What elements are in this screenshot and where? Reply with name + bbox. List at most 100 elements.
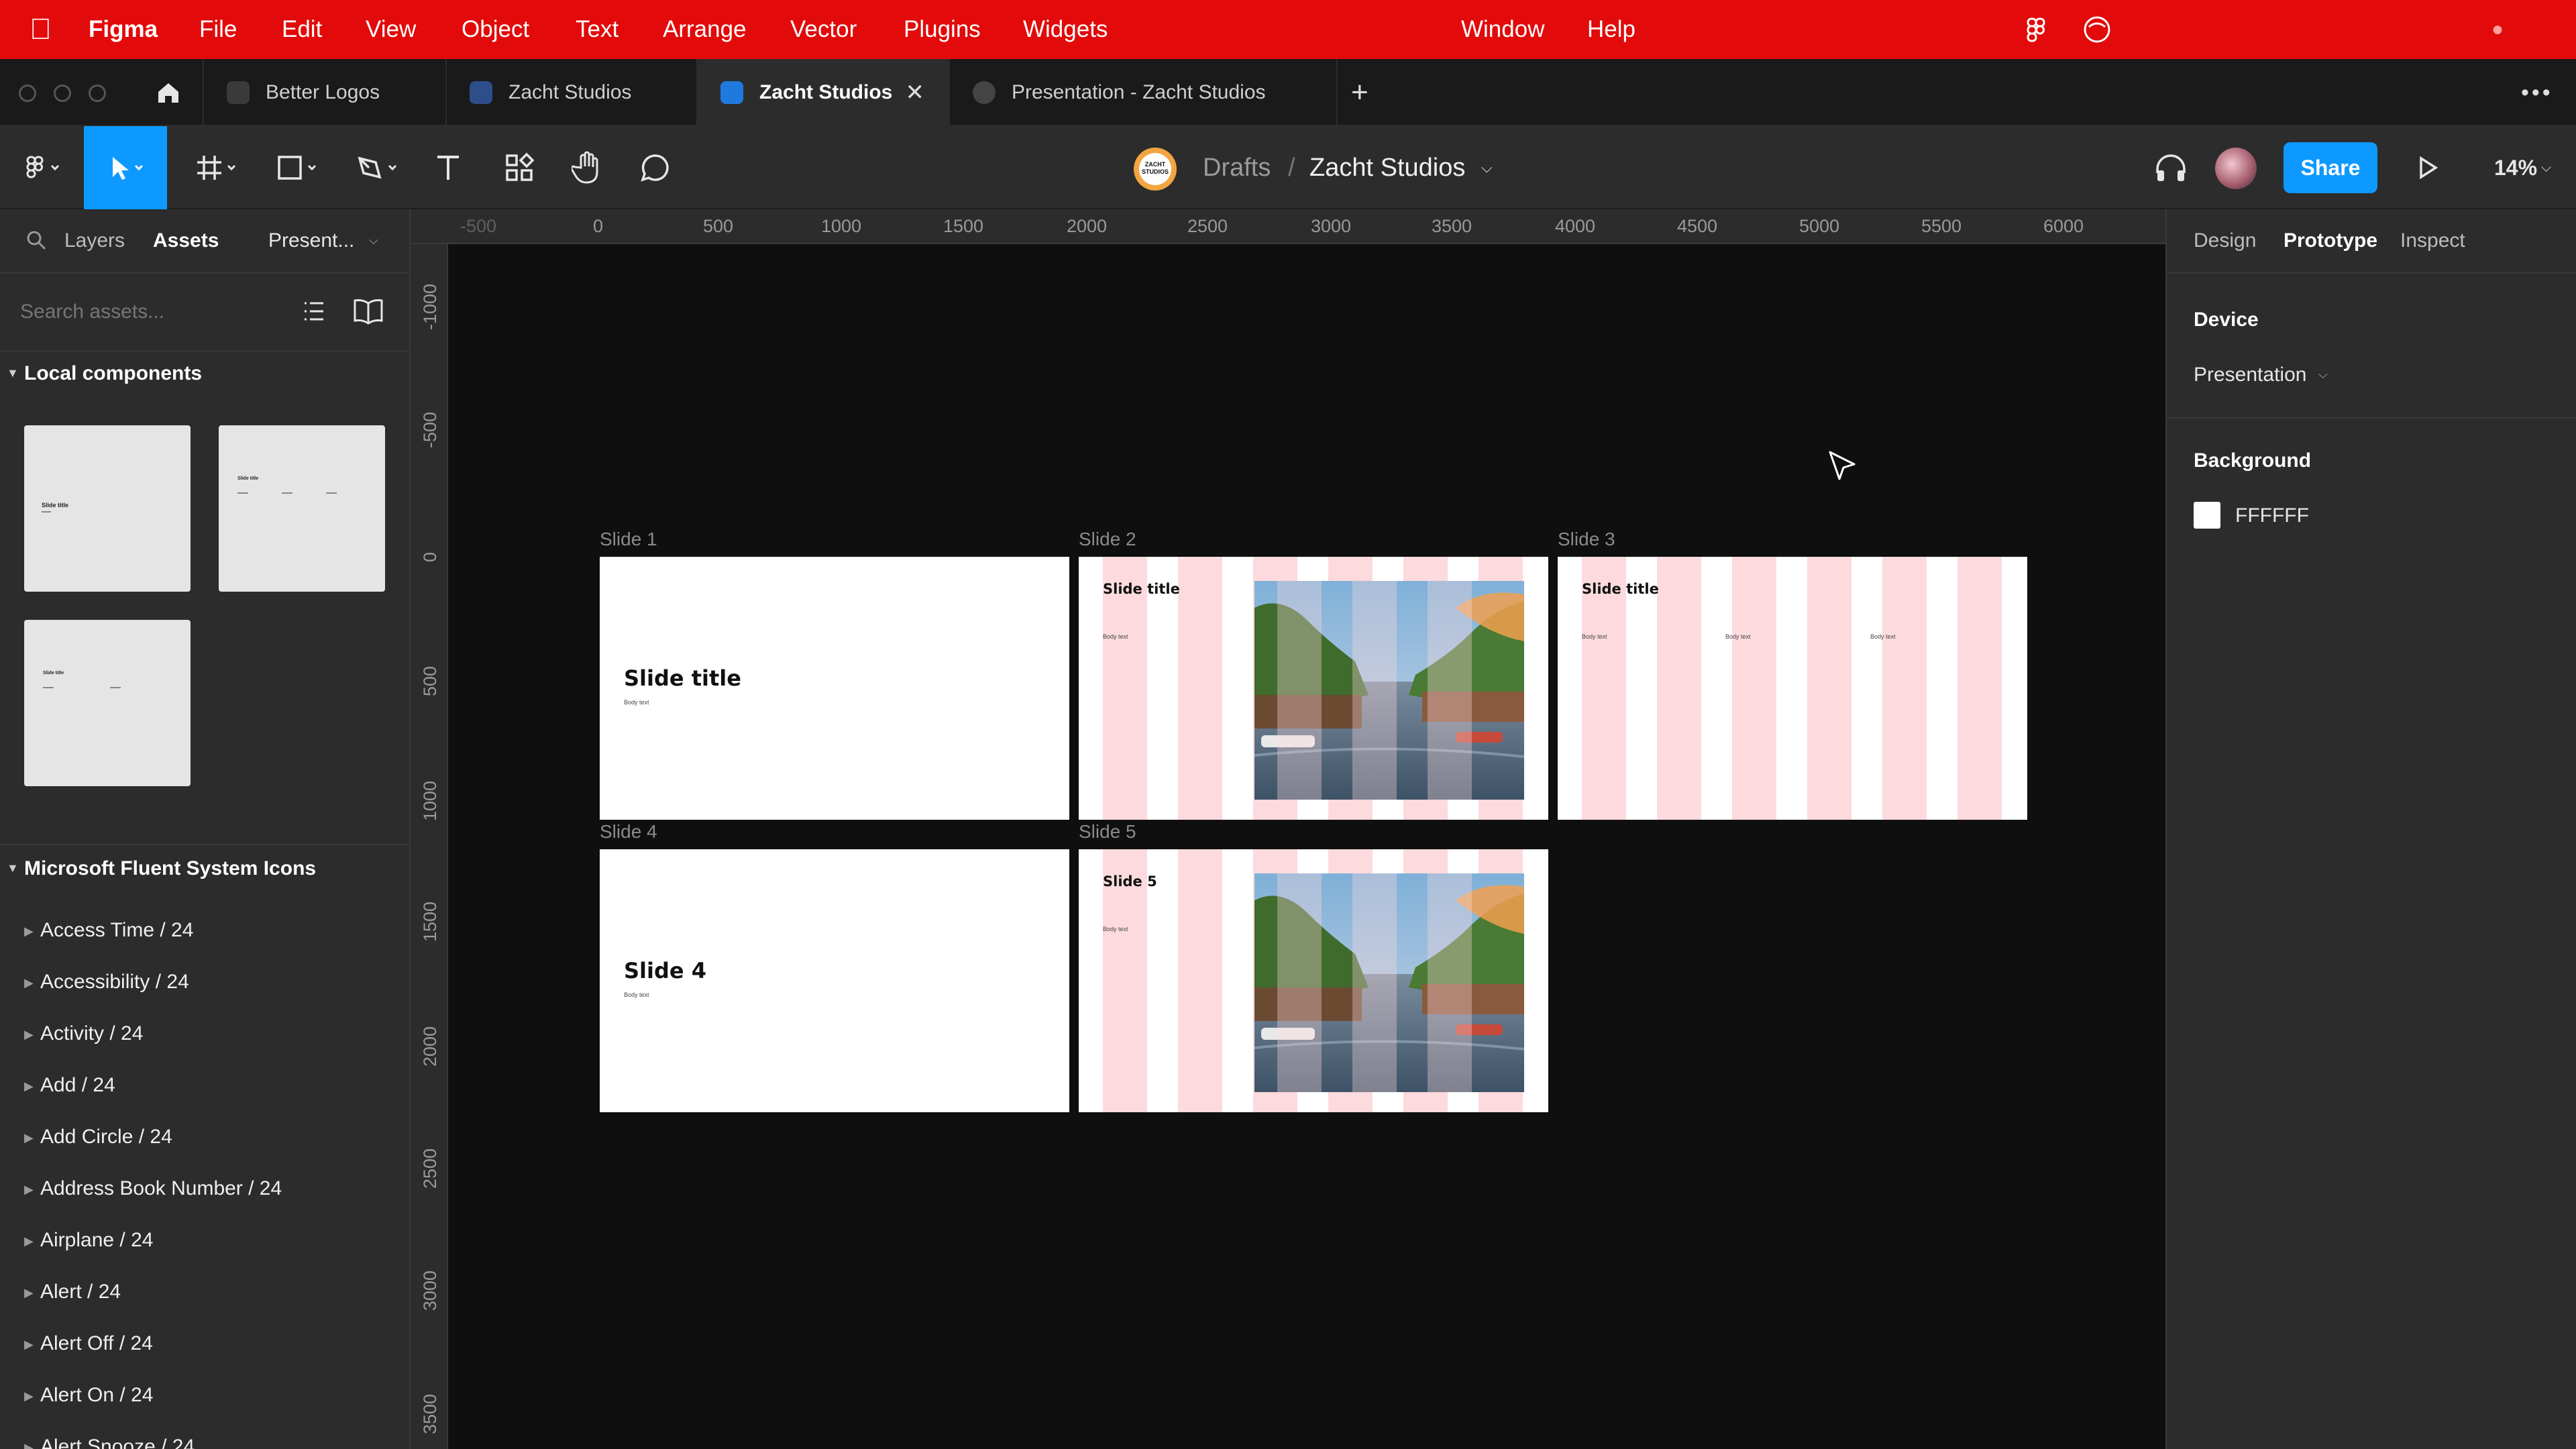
move-tool-icon[interactable]	[84, 126, 167, 209]
figma-menu-icon[interactable]	[13, 126, 74, 209]
component-thumb-1[interactable]: Slide title	[24, 425, 191, 592]
library-item[interactable]: Airplane / 24	[40, 1229, 153, 1252]
chevron-down-icon[interactable]: ⌵	[369, 233, 378, 248]
menu-file[interactable]: File	[199, 0, 237, 59]
frame-label[interactable]: Slide 3	[1558, 529, 1615, 550]
component-thumb-3[interactable]: Slide title	[24, 620, 191, 786]
team-avatar[interactable]: ZACHT STUDIOS	[1134, 148, 1177, 191]
caret-right-icon[interactable]: ▶	[24, 1131, 34, 1145]
file-name[interactable]: Zacht Studios	[1309, 126, 1465, 209]
window-zoom-button[interactable]	[89, 85, 106, 102]
caret-down-icon[interactable]: ▼	[7, 366, 19, 380]
device-dropdown[interactable]: Presentation	[2194, 364, 2306, 386]
hand-tool-icon[interactable]	[561, 126, 614, 209]
pen-tool-icon[interactable]	[345, 126, 410, 209]
local-components-heading[interactable]: Local components	[24, 362, 202, 385]
menu-widgets[interactable]: Widgets	[1023, 0, 1108, 59]
comment-icon[interactable]	[628, 126, 682, 209]
zoom-chevron-icon[interactable]: ⌵	[2541, 126, 2551, 209]
component-thumb-2[interactable]: Slide title	[219, 425, 385, 592]
caret-right-icon[interactable]: ▶	[24, 1079, 34, 1093]
tab-presentation[interactable]: Presentation - Zacht Studios	[950, 59, 1338, 126]
library-item[interactable]: Alert On / 24	[40, 1384, 153, 1407]
tab-assets[interactable]: Assets	[153, 229, 219, 252]
tab-zacht-studios-1[interactable]: Zacht Studios	[447, 59, 698, 126]
tab-better-logos[interactable]: Better Logos	[204, 59, 447, 126]
window-minimize-button[interactable]	[54, 85, 71, 102]
caret-right-icon[interactable]: ▶	[24, 1183, 34, 1197]
caret-down-icon[interactable]: ▼	[7, 861, 19, 875]
menu-app-name[interactable]: Figma	[89, 0, 158, 59]
caret-right-icon[interactable]: ▶	[24, 1286, 34, 1300]
play-icon[interactable]	[2404, 126, 2451, 209]
caret-right-icon[interactable]: ▶	[24, 1234, 34, 1248]
chevron-down-icon[interactable]: ⌵	[2318, 368, 2328, 382]
menu-window[interactable]: Window	[1461, 0, 1544, 59]
menu-text[interactable]: Text	[576, 0, 619, 59]
more-options-icon[interactable]: •••	[2521, 59, 2553, 126]
caret-right-icon[interactable]: ▶	[24, 1028, 34, 1042]
library-item[interactable]: Add / 24	[40, 1074, 115, 1097]
slide-3-frame[interactable]: Slide title Body text Body text Body tex…	[1558, 557, 2027, 820]
menu-help[interactable]: Help	[1587, 0, 1635, 59]
library-item[interactable]: Alert Snooze / 24	[40, 1436, 195, 1449]
tab-layers[interactable]: Layers	[64, 229, 125, 252]
share-button[interactable]: Share	[2284, 142, 2377, 193]
library-item[interactable]: Alert / 24	[40, 1281, 121, 1303]
library-item[interactable]: Accessibility / 24	[40, 971, 189, 994]
library-item[interactable]: Access Time / 24	[40, 919, 193, 942]
background-swatch[interactable]	[2194, 502, 2220, 529]
frame-tool-icon[interactable]	[184, 126, 249, 209]
menu-vector[interactable]: Vector	[790, 0, 857, 59]
tab-zacht-studios-active[interactable]: Zacht Studios ✕	[698, 59, 950, 126]
menu-plugins[interactable]: Plugins	[904, 0, 981, 59]
close-tab-icon[interactable]: ✕	[906, 79, 925, 106]
library-item[interactable]: Add Circle / 24	[40, 1126, 172, 1148]
slide-1-frame[interactable]: Slide title Body text	[600, 557, 1069, 820]
slide-2-frame[interactable]: Slide title Body text	[1079, 557, 1548, 820]
chevron-down-icon[interactable]: ⌵	[1481, 126, 1493, 209]
caret-right-icon[interactable]: ▶	[24, 924, 34, 938]
headphones-icon[interactable]	[2147, 126, 2195, 209]
caret-right-icon[interactable]: ▶	[24, 976, 34, 990]
canvas[interactable]: Slide 1 Slide title Body text Slide 2 Sl…	[448, 244, 2165, 1449]
breadcrumb-drafts[interactable]: Drafts	[1203, 126, 1271, 209]
tab-design[interactable]: Design	[2194, 229, 2256, 252]
slide-4-frame[interactable]: Slide 4 Body text	[600, 849, 1069, 1112]
tab-prototype[interactable]: Prototype	[2284, 229, 2377, 252]
new-tab-button[interactable]: +	[1351, 59, 1368, 126]
slide-5-frame[interactable]: Slide 5 Body text	[1079, 849, 1548, 1112]
caret-right-icon[interactable]: ▶	[24, 1338, 34, 1352]
resources-icon[interactable]	[492, 126, 546, 209]
page-selector[interactable]: Present...	[268, 229, 354, 252]
library-item[interactable]: Activity / 24	[40, 1022, 143, 1045]
tab-inspect[interactable]: Inspect	[2400, 229, 2465, 252]
status-tray-icon[interactable]	[2082, 0, 2112, 59]
menu-object[interactable]: Object	[462, 0, 529, 59]
frame-label[interactable]: Slide 1	[600, 529, 657, 550]
library-heading[interactable]: Microsoft Fluent System Icons	[24, 857, 316, 880]
frame-label[interactable]: Slide 2	[1079, 529, 1136, 550]
frame-label[interactable]: Slide 4	[600, 821, 657, 843]
menu-arrange[interactable]: Arrange	[663, 0, 747, 59]
list-view-icon[interactable]	[302, 299, 326, 323]
caret-right-icon[interactable]: ▶	[24, 1389, 34, 1403]
window-close-button[interactable]	[19, 85, 36, 102]
library-item[interactable]: Alert Off / 24	[40, 1332, 153, 1355]
menu-edit[interactable]: Edit	[282, 0, 322, 59]
apple-icon[interactable]: 	[30, 0, 52, 59]
background-hex-input[interactable]: FFFFFF	[2235, 504, 2309, 527]
frame-label[interactable]: Slide 5	[1079, 821, 1136, 843]
avatar[interactable]	[2215, 148, 2257, 189]
library-icon[interactable]	[353, 298, 384, 325]
left-panel: Layers Assets Present... ⌵ ▼ Local compo…	[0, 209, 411, 1449]
caret-right-icon[interactable]: ▶	[24, 1441, 34, 1449]
home-tab[interactable]	[134, 59, 204, 126]
text-tool-icon[interactable]	[423, 126, 474, 209]
figma-tray-icon[interactable]	[2026, 0, 2046, 59]
search-assets-input[interactable]	[20, 295, 275, 329]
menu-view[interactable]: View	[366, 0, 416, 59]
zoom-level[interactable]: 14%	[2494, 126, 2537, 209]
shape-tool-icon[interactable]	[265, 126, 329, 209]
library-item[interactable]: Address Book Number / 24	[40, 1177, 282, 1200]
